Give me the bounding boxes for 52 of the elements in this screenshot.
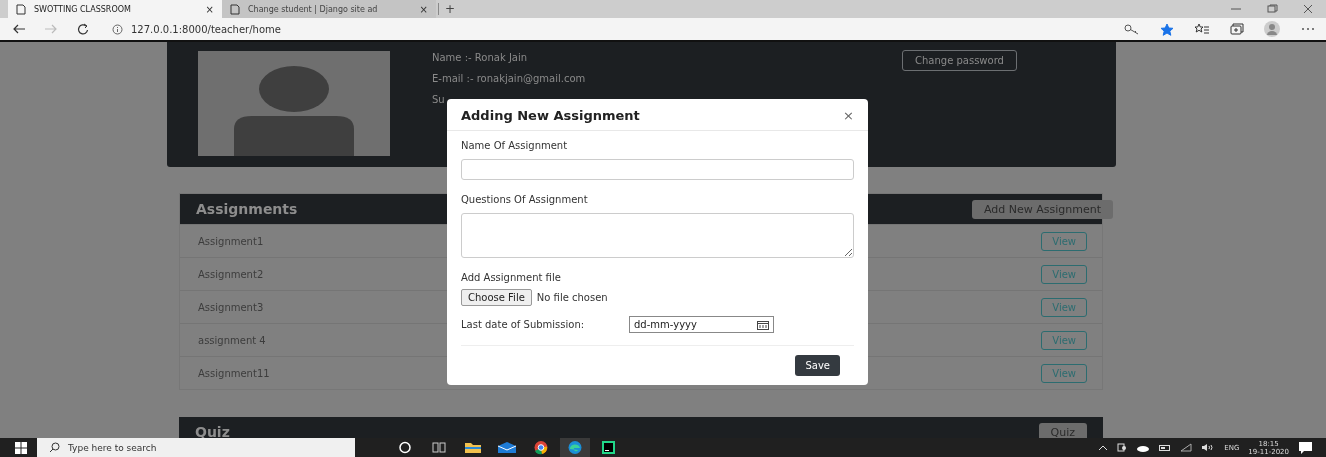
search-icon	[49, 442, 60, 453]
date-field[interactable]: dd-mm-yyyy	[629, 316, 774, 333]
field-label: Name Of Assignment	[461, 140, 569, 153]
avatar-placeholder-icon	[198, 51, 390, 156]
assignment-name: Assignment3	[198, 301, 264, 313]
chevron-up-icon	[1098, 443, 1109, 452]
new-tab-button[interactable]: +	[438, 3, 462, 15]
collections-icon[interactable]	[1230, 23, 1244, 35]
browser-tab[interactable]: SWOTTING CLASSROOM ×	[8, 0, 222, 18]
search-field[interactable]: Type here to search	[37, 438, 355, 457]
info-icon	[112, 23, 123, 35]
assignment-name: Assignment11	[198, 367, 270, 379]
wave-icon[interactable]	[560, 438, 590, 457]
calendar-icon	[757, 319, 769, 330]
star-icon[interactable]	[1160, 22, 1174, 36]
avatar-icon[interactable]	[1264, 21, 1280, 37]
section-title: Assignments	[196, 201, 298, 217]
back-icon[interactable]	[12, 23, 26, 35]
assignment-name: Assignment2	[198, 268, 264, 280]
restore-icon[interactable]	[1266, 4, 1278, 14]
close-icon[interactable]	[1302, 4, 1314, 14]
file-status: No file chosen	[536, 292, 608, 303]
close-icon[interactable]: ×	[205, 3, 214, 15]
modal-title: Adding New Assignment	[461, 108, 640, 123]
field-label: Add Assignment file	[461, 272, 562, 285]
signal-icon	[1180, 443, 1193, 452]
key-icon[interactable]	[1124, 23, 1140, 35]
assignment-name: Assignment1	[198, 235, 264, 247]
page-icon	[230, 3, 240, 15]
textarea-field[interactable]	[461, 213, 854, 258]
email-text: E-mail :- ronakjain@gmail.com	[432, 73, 587, 86]
input-field[interactable]	[461, 159, 854, 180]
notification-icon	[1298, 440, 1314, 455]
field-label: Questions Of Assignment	[461, 194, 589, 207]
page-icon	[16, 3, 26, 15]
save-button[interactable]: Save	[795, 355, 840, 376]
speaker-icon	[1201, 443, 1216, 452]
assignment-name: assignment 4	[198, 334, 266, 346]
close-button[interactable]: ×	[843, 108, 854, 123]
choose-file-button[interactable]: Choose File	[461, 289, 532, 306]
cloud-icon	[1136, 443, 1151, 452]
refresh-icon[interactable]	[76, 23, 90, 35]
field-label: Last date of Submission:	[461, 319, 586, 330]
subject-text: Su	[432, 94, 446, 107]
browser-tab[interactable]: Change student | Django site ad ×	[222, 0, 436, 18]
battery-icon	[1159, 443, 1172, 452]
name-text: Name :- Ronak Jain	[432, 52, 529, 65]
more-icon[interactable]	[1300, 26, 1316, 32]
windows-icon[interactable]	[15, 441, 27, 454]
close-icon[interactable]: ×	[419, 3, 428, 15]
favorites-icon[interactable]	[1194, 23, 1210, 35]
change-password-button[interactable]: Change password	[902, 50, 1017, 71]
